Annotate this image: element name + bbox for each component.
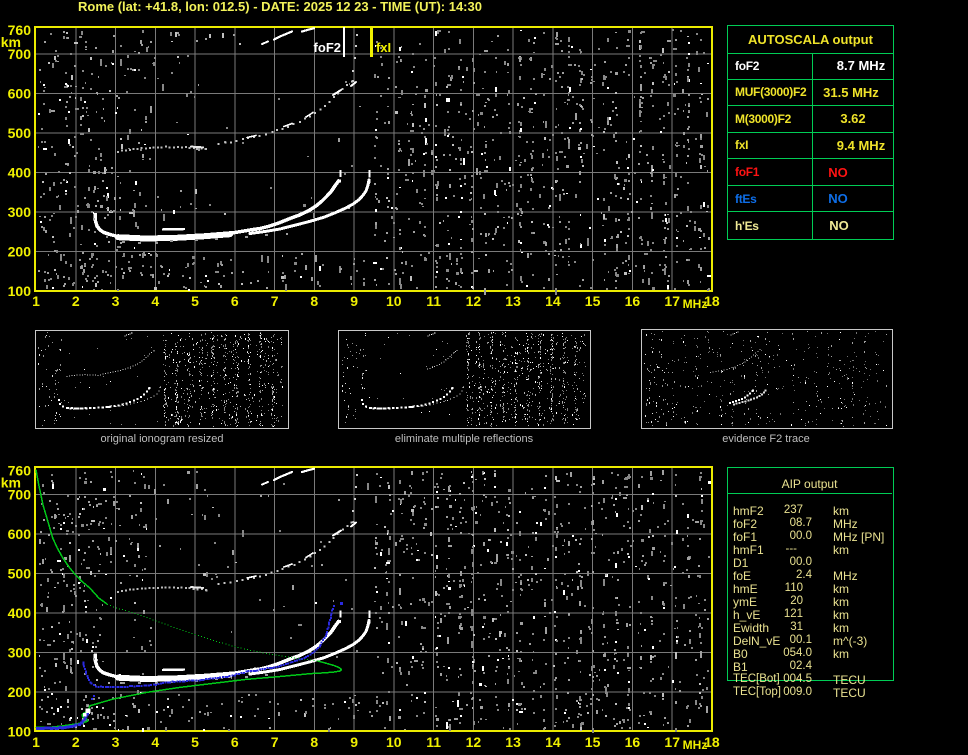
svg-text:1: 1 (32, 734, 40, 750)
svg-text:MHz: MHz (683, 297, 708, 311)
svg-text:14: 14 (545, 734, 561, 750)
svg-text:14: 14 (545, 293, 561, 309)
svg-text:9: 9 (350, 734, 358, 750)
svg-text:17: 17 (664, 734, 680, 750)
svg-text:500: 500 (8, 125, 32, 141)
svg-text:300: 300 (8, 645, 32, 661)
svg-text:200: 200 (8, 244, 32, 260)
svg-text:3: 3 (112, 734, 120, 750)
svg-text:1: 1 (32, 293, 40, 309)
svg-text:12: 12 (466, 734, 482, 750)
svg-text:2: 2 (72, 293, 80, 309)
svg-text:8: 8 (310, 293, 318, 309)
svg-text:16: 16 (625, 293, 641, 309)
svg-text:15: 15 (585, 293, 601, 309)
svg-text:12: 12 (466, 293, 482, 309)
svg-text:11: 11 (426, 734, 441, 750)
svg-text:MHz: MHz (683, 738, 708, 752)
svg-text:5: 5 (191, 293, 199, 309)
svg-text:fxI: fxI (376, 40, 391, 55)
svg-text:600: 600 (8, 526, 32, 542)
svg-text:13: 13 (505, 293, 521, 309)
svg-text:km: km (1, 34, 21, 50)
svg-text:km: km (1, 475, 21, 491)
svg-text:300: 300 (8, 204, 32, 220)
svg-text:5: 5 (191, 734, 199, 750)
svg-text:6: 6 (231, 293, 239, 309)
svg-text:10: 10 (386, 293, 402, 309)
svg-text:200: 200 (8, 684, 32, 700)
svg-text:3: 3 (112, 293, 120, 309)
svg-text:100: 100 (8, 283, 32, 299)
svg-text:foF2: foF2 (314, 40, 341, 55)
svg-text:17: 17 (664, 293, 680, 309)
svg-text:7: 7 (271, 293, 279, 309)
svg-text:13: 13 (505, 734, 521, 750)
svg-text:6: 6 (231, 734, 239, 750)
svg-text:400: 400 (8, 605, 32, 621)
svg-text:7: 7 (271, 734, 279, 750)
svg-text:8: 8 (310, 734, 318, 750)
svg-text:100: 100 (8, 724, 32, 740)
svg-text:16: 16 (625, 734, 641, 750)
svg-text:2: 2 (72, 734, 80, 750)
svg-text:600: 600 (8, 85, 32, 101)
svg-text:500: 500 (8, 565, 32, 581)
svg-text:4: 4 (151, 293, 159, 309)
svg-text:11: 11 (426, 293, 441, 309)
svg-text:4: 4 (151, 734, 159, 750)
svg-text:10: 10 (386, 734, 402, 750)
svg-text:15: 15 (585, 734, 601, 750)
svg-text:9: 9 (350, 293, 358, 309)
svg-text:400: 400 (8, 164, 32, 180)
